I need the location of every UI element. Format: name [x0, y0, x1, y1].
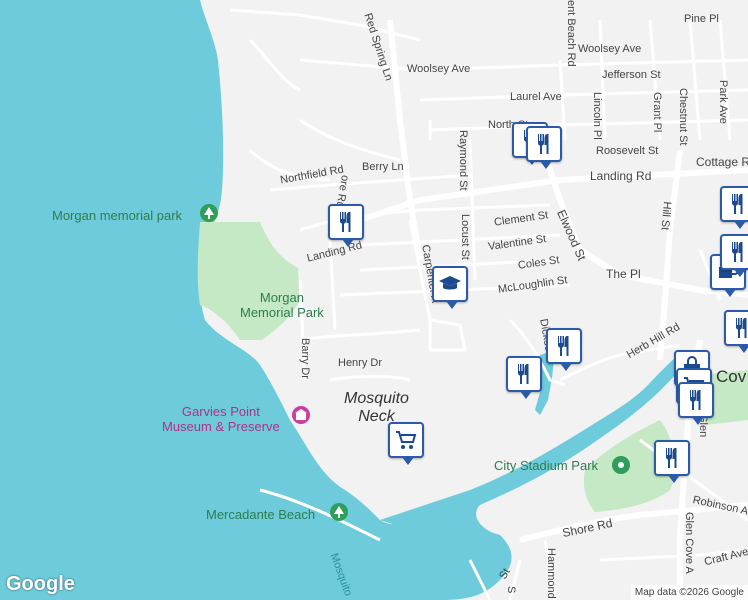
marker-grocery[interactable] [388, 422, 424, 465]
street-cottage-row: Cottage R [696, 155, 748, 169]
poi-mercadante-beach[interactable]: Mercadante Beach [206, 507, 315, 522]
marker-restaurant[interactable] [720, 186, 748, 229]
street-s-bottom: S [505, 586, 517, 594]
street-lincoln-pl: Lincoln Pl [591, 92, 603, 140]
marker-restaurant[interactable] [720, 234, 748, 277]
marker-restaurant[interactable] [724, 310, 748, 353]
marker-restaurant[interactable] [678, 382, 714, 425]
poi-morgan-line1: Morgan [259, 290, 304, 305]
street-crescent-beach-rd: ent Beach Rd [565, 0, 577, 67]
street-landing-rd-east: Landing Rd [590, 169, 652, 183]
street-hill-st: Hill St [658, 201, 673, 231]
marker-restaurant[interactable] [506, 356, 542, 399]
map-canvas[interactable] [0, 0, 748, 600]
street-woolsey-ave-west: Woolsey Ave [407, 63, 471, 75]
poi-city-stadium-park[interactable]: City Stadium Park [494, 458, 598, 473]
street-henry-dr: Henry Dr [338, 357, 383, 369]
google-logo: Google [6, 573, 75, 595]
marker-restaurant[interactable] [546, 328, 582, 371]
map-data-credit[interactable]: Map data ©2026 Google [630, 585, 748, 600]
street-raymond-st: Raymond St [457, 130, 469, 191]
street-woolsey-ave-east: Woolsey Ave [578, 43, 642, 55]
marker-school[interactable] [432, 266, 468, 309]
marker-restaurant[interactable] [654, 440, 690, 483]
park-tree-icon[interactable] [200, 204, 218, 222]
place-glen-cove: Cov [716, 367, 747, 386]
street-jefferson-st: Jefferson St [602, 69, 661, 81]
poi-garvies-point-museum[interactable]: Garvies Point Museum & Preserve [162, 404, 280, 434]
street-park-ave: Park Ave [717, 80, 729, 124]
street-hammond: Hammond [545, 548, 557, 599]
street-pine-pl: Pine Pl [684, 13, 719, 25]
poi-garvies-line1: Garvies Point [181, 404, 260, 419]
place-mosquito-neck-line1: Mosquito [344, 390, 409, 407]
poi-morgan-memorial-park-top[interactable]: Morgan memorial park [52, 208, 182, 223]
street-locust-st: Locust St [459, 214, 471, 260]
park-tree-icon[interactable] [612, 456, 630, 474]
poi-garvies-line2: Museum & Preserve [162, 419, 280, 434]
street-barry-dr: Barry Dr [299, 338, 311, 379]
museum-icon[interactable] [292, 406, 310, 424]
street-glen-cove-ave: Glen Cove A [683, 512, 695, 574]
place-mosquito-neck: Mosquito Neck [344, 390, 409, 426]
marker-restaurant[interactable] [328, 204, 364, 247]
street-roosevelt-st: Roosevelt St [596, 145, 659, 157]
street-grant-pl: Grant Pl [651, 92, 663, 133]
marker-restaurant[interactable] [526, 126, 562, 169]
street-laurel-ave: Laurel Ave [510, 91, 562, 103]
street-the-pl: The Pl [606, 267, 641, 281]
street-chestnut-st: Chestnut St [677, 88, 689, 146]
poi-morgan-line2: Memorial Park [240, 305, 324, 320]
street-berry-ln: Berry Ln [362, 161, 404, 173]
park-tree-icon[interactable] [330, 503, 348, 521]
poi-morgan-memorial-park[interactable]: Morgan Memorial Park [240, 290, 324, 320]
